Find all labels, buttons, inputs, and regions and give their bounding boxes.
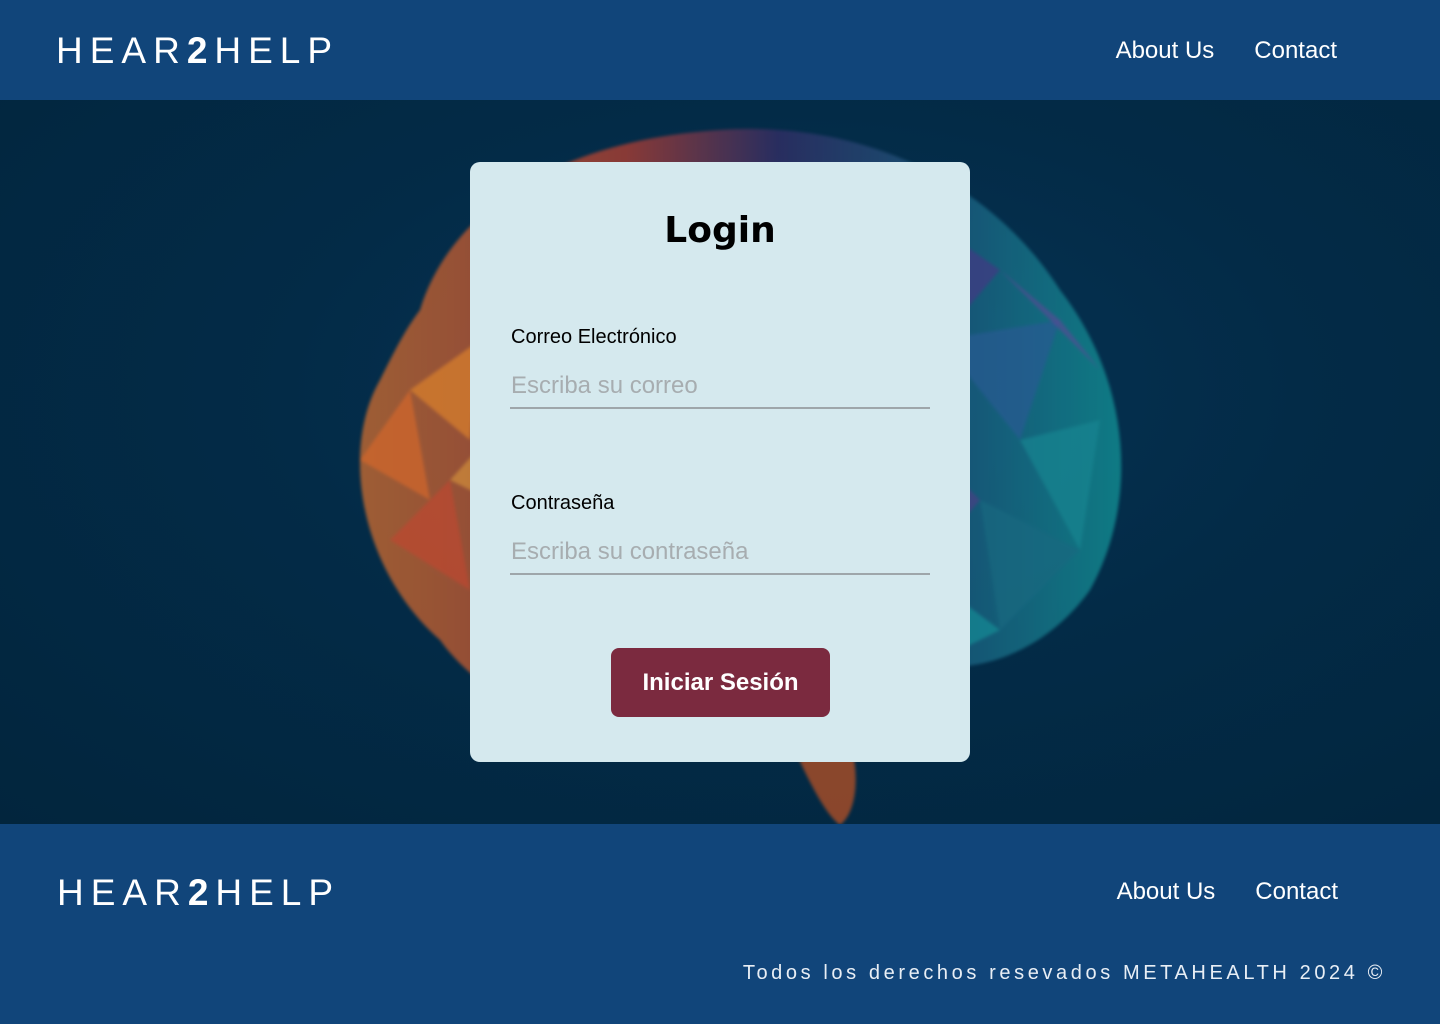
- password-field[interactable]: [510, 535, 930, 575]
- logo-text-post: HELP: [214, 30, 340, 71]
- nav-about-link[interactable]: About Us: [1116, 37, 1215, 65]
- site-footer: HEAR2HELP About Us Contact Todos los der…: [0, 824, 1440, 1024]
- footer-logo-text-post: HELP: [215, 872, 341, 913]
- email-field[interactable]: [510, 369, 930, 409]
- logo-text-pre: HEAR: [56, 30, 187, 71]
- logo[interactable]: HEAR2HELP: [56, 32, 339, 69]
- footer-contact-link[interactable]: Contact: [1255, 878, 1338, 906]
- login-title: Login: [664, 210, 776, 251]
- site-header: HEAR2HELP About Us Contact: [0, 0, 1440, 100]
- header-nav: About Us Contact: [1116, 37, 1337, 65]
- footer-nav: About Us Contact: [1117, 878, 1338, 906]
- copyright-text: Todos los derechos resevados METAHEALTH …: [742, 962, 1386, 984]
- footer-about-link[interactable]: About Us: [1117, 878, 1216, 906]
- footer-logo-text-bold: 2: [187, 872, 216, 913]
- login-button[interactable]: Iniciar Sesión: [611, 648, 830, 717]
- footer-logo-text-pre: HEAR: [57, 872, 188, 913]
- footer-logo[interactable]: HEAR2HELP: [57, 874, 340, 911]
- logo-text-bold: 2: [186, 30, 215, 71]
- login-card: Login Correo Electrónico Contraseña Inic…: [470, 162, 970, 762]
- password-label: Contraseña: [511, 492, 615, 514]
- email-label: Correo Electrónico: [511, 326, 677, 348]
- nav-contact-link[interactable]: Contact: [1254, 37, 1337, 65]
